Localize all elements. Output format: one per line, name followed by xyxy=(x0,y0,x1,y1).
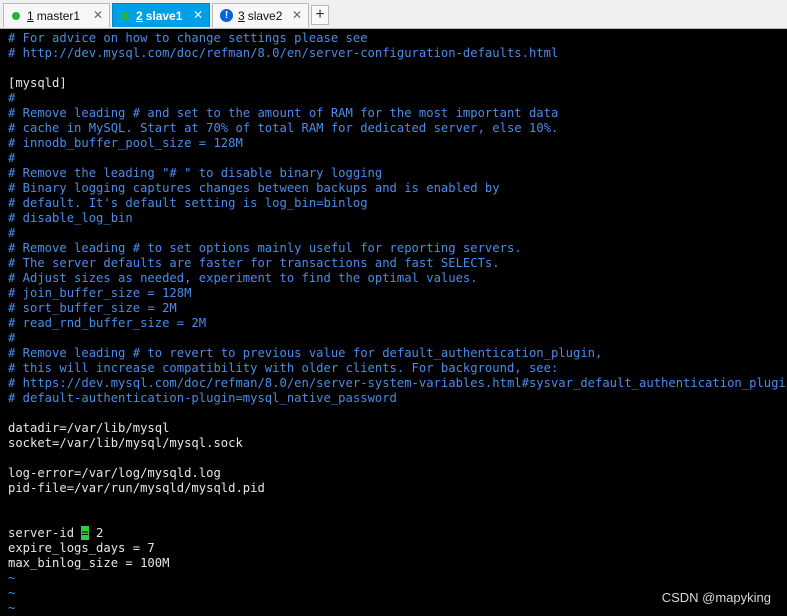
terminal-line: # sort_buffer_size = 2M xyxy=(8,301,177,315)
terminal-line: # disable_log_bin xyxy=(8,211,133,225)
terminal-line: # read_rnd_buffer_size = 2M xyxy=(8,316,207,330)
connected-status-icon xyxy=(12,11,20,20)
terminal-line: # The server defaults are faster for tra… xyxy=(8,256,500,270)
terminal-line: # Remove the leading "# " to disable bin… xyxy=(8,166,383,180)
terminal-line: # xyxy=(8,151,16,165)
terminal-line: # http://dev.mysql.com/doc/refman/8.0/en… xyxy=(8,46,559,60)
tab-bar: 1 master1 ✕ 2 slave1 ✕ ! 3 slave2 ✕ + xyxy=(0,0,787,29)
terminal-line: # this will increase compatibility with … xyxy=(8,361,559,375)
terminal-line: # default-authentication-plugin=mysql_na… xyxy=(8,391,397,405)
close-tab-icon[interactable]: ✕ xyxy=(193,8,203,22)
terminal-line: # Remove leading # to revert to previous… xyxy=(8,346,603,360)
terminal-line: [mysqld] xyxy=(8,76,67,90)
terminal-line: # Remove leading # to set options mainly… xyxy=(8,241,522,255)
tab-master1[interactable]: 1 master1 ✕ xyxy=(3,3,110,27)
tab-slave1[interactable]: 2 slave1 ✕ xyxy=(112,3,210,27)
terminal-line: # default. It's default setting is log_b… xyxy=(8,196,368,210)
watermark: CSDN @mapyking xyxy=(661,590,771,605)
tab-number: 2 xyxy=(136,8,143,23)
text-cursor: = xyxy=(81,526,89,540)
terminal-line: # xyxy=(8,91,16,105)
tab-number: 1 xyxy=(27,8,34,23)
warning-status-icon: ! xyxy=(220,9,233,22)
terminal-line: # Adjust sizes as needed, experiment to … xyxy=(8,271,478,285)
terminal-line: # xyxy=(8,226,16,240)
terminal-line: max_binlog_size = 100M xyxy=(8,556,170,570)
terminal-line: pid-file=/var/run/mysqld/mysqld.pid xyxy=(8,481,265,495)
terminal-line: # innodb_buffer_pool_size = 128M xyxy=(8,136,243,150)
tab-slave2[interactable]: ! 3 slave2 ✕ xyxy=(212,3,309,27)
terminal-line: datadir=/var/lib/mysql xyxy=(8,421,170,435)
terminal-line: # Binary logging captures changes betwee… xyxy=(8,181,500,195)
tab-label: slave2 xyxy=(247,8,283,23)
terminal-line: # cache in MySQL. Start at 70% of total … xyxy=(8,121,559,135)
close-tab-icon[interactable]: ✕ xyxy=(93,8,103,22)
terminal-line: server-id = 2 xyxy=(8,526,104,540)
terminal-line: # For advice on how to change settings p… xyxy=(8,31,368,45)
tab-number: 3 xyxy=(238,8,245,23)
terminal-line: log-error=/var/log/mysqld.log xyxy=(8,466,221,480)
terminal-line: # join_buffer_size = 128M xyxy=(8,286,192,300)
terminal-line: # https://dev.mysql.com/doc/refman/8.0/e… xyxy=(8,376,787,390)
terminal-line: socket=/var/lib/mysql/mysql.sock xyxy=(8,436,243,450)
close-tab-icon[interactable]: ✕ xyxy=(292,8,302,22)
terminal-line: ~ xyxy=(8,571,16,585)
tab-label: slave1 xyxy=(145,8,183,23)
terminal-output[interactable]: # For advice on how to change settings p… xyxy=(8,31,787,616)
new-tab-button[interactable]: + xyxy=(311,5,329,25)
tab-label: master1 xyxy=(36,8,81,23)
terminal-line: # Remove leading # and set to the amount… xyxy=(8,106,559,120)
terminal-line: expire_logs_days = 7 xyxy=(8,541,155,555)
terminal-line: # xyxy=(8,331,16,345)
connected-status-icon xyxy=(121,11,129,20)
